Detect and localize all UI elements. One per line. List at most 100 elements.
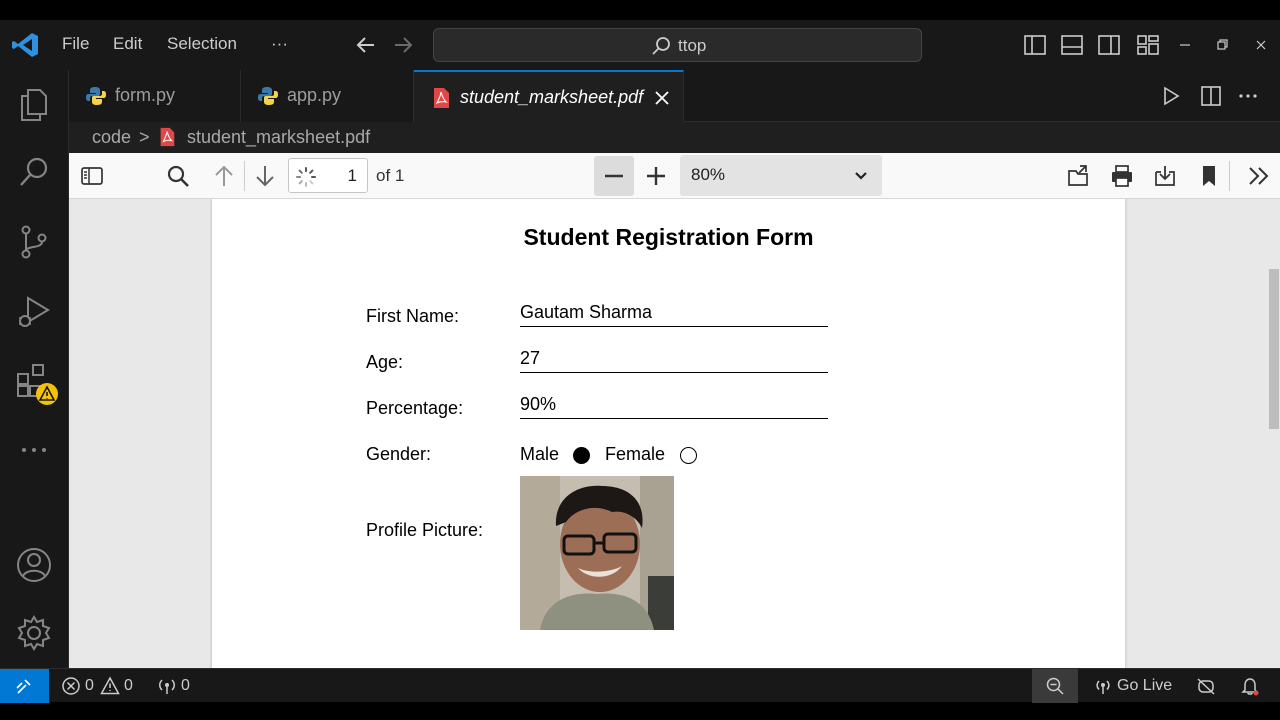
search-icon[interactable] bbox=[14, 152, 54, 192]
tab-label: form.py bbox=[115, 85, 176, 105]
open-file-icon[interactable] bbox=[1066, 164, 1090, 188]
bookmark-icon[interactable] bbox=[1197, 164, 1221, 188]
previous-page-icon[interactable] bbox=[212, 164, 236, 188]
double-chevron-right-icon[interactable] bbox=[1247, 164, 1271, 188]
warning-count[interactable]: 0 bbox=[124, 677, 133, 695]
zoom-out-button[interactable] bbox=[594, 156, 634, 196]
gender-female-radio bbox=[680, 447, 697, 464]
command-center-text: ttop bbox=[678, 36, 707, 55]
breadcrumb: code > student_marksheet.pdf bbox=[69, 122, 1280, 153]
tab-app-py[interactable]: app.py bbox=[241, 70, 414, 122]
next-page-icon[interactable] bbox=[253, 164, 277, 188]
toolbar-divider bbox=[1229, 161, 1230, 191]
age-label: Age: bbox=[366, 352, 404, 372]
search-icon bbox=[652, 37, 670, 55]
download-icon[interactable] bbox=[1153, 164, 1177, 188]
pdf-toolbar: 1 of 1 80% bbox=[69, 153, 1280, 199]
first-name-label: First Name: bbox=[366, 306, 460, 326]
back-arrow-icon[interactable] bbox=[353, 32, 379, 58]
error-icon[interactable] bbox=[61, 676, 81, 696]
gender-male-radio bbox=[573, 447, 590, 464]
zoom-value: 80% bbox=[691, 165, 726, 184]
breadcrumb-separator: > bbox=[139, 127, 150, 147]
activity-bar bbox=[0, 70, 69, 668]
breadcrumb-folder[interactable]: code bbox=[92, 127, 131, 148]
toolbar-divider bbox=[244, 161, 245, 191]
forward-arrow-icon[interactable] bbox=[390, 32, 416, 58]
command-center-search[interactable]: ttop bbox=[433, 28, 922, 62]
run-icon[interactable] bbox=[1159, 84, 1183, 108]
go-live-label[interactable]: Go Live bbox=[1117, 677, 1172, 695]
percentage-label: Percentage: bbox=[366, 398, 464, 418]
pdf-page: Student Registration Form First Name: Ga… bbox=[212, 199, 1125, 668]
page-number-input[interactable]: 1 bbox=[288, 158, 368, 193]
loading-spinner-icon bbox=[296, 167, 316, 187]
remote-icon bbox=[16, 679, 31, 694]
python-icon bbox=[86, 87, 106, 105]
toggle-sidebar-icon[interactable] bbox=[80, 164, 104, 188]
menu-edit[interactable]: Edit bbox=[113, 34, 142, 54]
notifications-bell-icon[interactable] bbox=[1240, 676, 1260, 696]
zoom-status-button[interactable] bbox=[1032, 669, 1078, 703]
run-and-debug-icon[interactable] bbox=[14, 292, 54, 332]
find-icon[interactable] bbox=[166, 164, 190, 188]
settings-gear-icon[interactable] bbox=[14, 613, 54, 653]
plus-icon bbox=[647, 167, 665, 185]
explorer-icon[interactable] bbox=[14, 84, 54, 124]
age-value: 27 bbox=[520, 343, 828, 373]
vertical-scrollbar[interactable] bbox=[1268, 199, 1280, 668]
toggle-secondary-sidebar-icon[interactable] bbox=[1096, 32, 1122, 58]
minimize-icon[interactable] bbox=[1174, 34, 1196, 56]
menu-selection[interactable]: Selection bbox=[167, 34, 237, 54]
print-icon[interactable] bbox=[1110, 164, 1134, 188]
error-count[interactable]: 0 bbox=[85, 677, 94, 695]
toggle-panel-icon[interactable] bbox=[1059, 32, 1085, 58]
percentage-value: 90% bbox=[520, 389, 828, 419]
tab-label: app.py bbox=[287, 85, 342, 105]
more-views-icon[interactable] bbox=[14, 430, 54, 470]
close-window-icon[interactable] bbox=[1250, 34, 1272, 56]
zoom-in-button[interactable] bbox=[636, 156, 676, 196]
more-actions-icon[interactable] bbox=[1236, 84, 1260, 108]
restore-icon[interactable] bbox=[1211, 34, 1233, 56]
go-live-icon[interactable] bbox=[1093, 676, 1113, 696]
pdf-viewer[interactable]: Student Registration Form First Name: Ga… bbox=[69, 199, 1280, 668]
warning-icon[interactable] bbox=[100, 676, 120, 696]
menu-file[interactable]: File bbox=[62, 34, 89, 54]
form-title: Student Registration Form bbox=[523, 224, 814, 250]
menu-more[interactable]: ··· bbox=[271, 34, 288, 54]
warning-badge-icon bbox=[36, 383, 58, 405]
remote-indicator-button[interactable] bbox=[0, 669, 49, 703]
source-control-icon[interactable] bbox=[14, 222, 54, 262]
customize-layout-icon[interactable] bbox=[1135, 32, 1161, 58]
python-icon bbox=[258, 87, 278, 105]
accounts-icon[interactable] bbox=[14, 545, 54, 585]
gender-male-label: Male bbox=[520, 444, 560, 464]
page-number-value: 1 bbox=[347, 166, 357, 185]
status-bar: 0 0 0 Go Live bbox=[0, 668, 1280, 703]
chevron-down-icon bbox=[855, 172, 867, 180]
vscode-window: File Edit Selection ··· ttop form.py app… bbox=[0, 0, 1280, 720]
editor-tab-bar: form.py app.py student_marksheet.pdf bbox=[69, 70, 1280, 122]
breadcrumb-file[interactable]: student_marksheet.pdf bbox=[187, 127, 370, 148]
ports-broadcast-icon[interactable] bbox=[157, 676, 177, 696]
title-bar: File Edit Selection ··· ttop bbox=[0, 20, 1280, 70]
first-name-value: Gautam Sharma bbox=[520, 297, 828, 327]
copilot-disabled-icon[interactable] bbox=[1196, 676, 1216, 696]
zoom-select[interactable]: 80% bbox=[680, 155, 882, 196]
vscode-logo-icon bbox=[12, 33, 38, 57]
zoom-out-icon bbox=[1046, 677, 1064, 695]
gender-label: Gender: bbox=[366, 444, 432, 464]
toggle-primary-sidebar-icon[interactable] bbox=[1022, 32, 1048, 58]
tab-student-marksheet-pdf[interactable]: student_marksheet.pdf bbox=[414, 70, 684, 122]
profile-picture-label: Profile Picture: bbox=[366, 520, 484, 540]
ports-count[interactable]: 0 bbox=[181, 677, 190, 695]
scroll-thumb[interactable] bbox=[1269, 269, 1279, 429]
tab-form-py[interactable]: form.py bbox=[69, 70, 241, 122]
profile-photo-image bbox=[520, 476, 674, 630]
split-editor-icon[interactable] bbox=[1199, 84, 1223, 108]
profile-photo bbox=[520, 476, 674, 630]
close-tab-icon[interactable] bbox=[651, 87, 673, 109]
tab-label: student_marksheet.pdf bbox=[460, 87, 644, 107]
pdf-icon bbox=[434, 88, 449, 108]
